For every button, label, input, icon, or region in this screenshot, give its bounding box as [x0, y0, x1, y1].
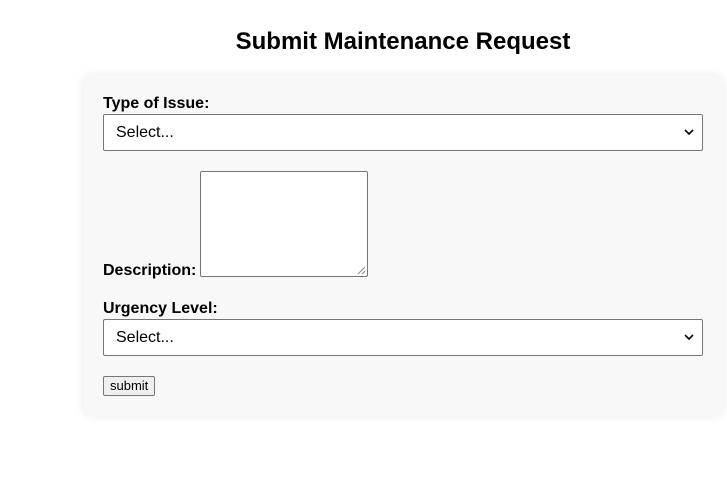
description-label: Description:	[103, 262, 197, 279]
resize-grip-icon[interactable]	[357, 266, 366, 275]
submit-button[interactable]: submit	[103, 376, 156, 396]
maintenance-request-page: Submit Maintenance Request Type of Issue…	[0, 0, 727, 478]
page-title: Submit Maintenance Request	[235, 28, 571, 55]
urgency-select[interactable]: Select...	[103, 319, 703, 356]
chevron-down-icon	[684, 129, 694, 136]
description-textarea[interactable]	[200, 171, 368, 277]
issue-type-select[interactable]: Select...	[103, 114, 703, 151]
urgency-label: Urgency Level:	[103, 300, 218, 317]
issue-type-label: Type of Issue:	[103, 95, 210, 112]
maintenance-request-form: Type of Issue: Select... Description: Ur…	[83, 75, 723, 416]
issue-type-selected-value: Select...	[116, 124, 174, 141]
urgency-selected-value: Select...	[116, 329, 174, 346]
chevron-down-icon	[684, 334, 694, 341]
